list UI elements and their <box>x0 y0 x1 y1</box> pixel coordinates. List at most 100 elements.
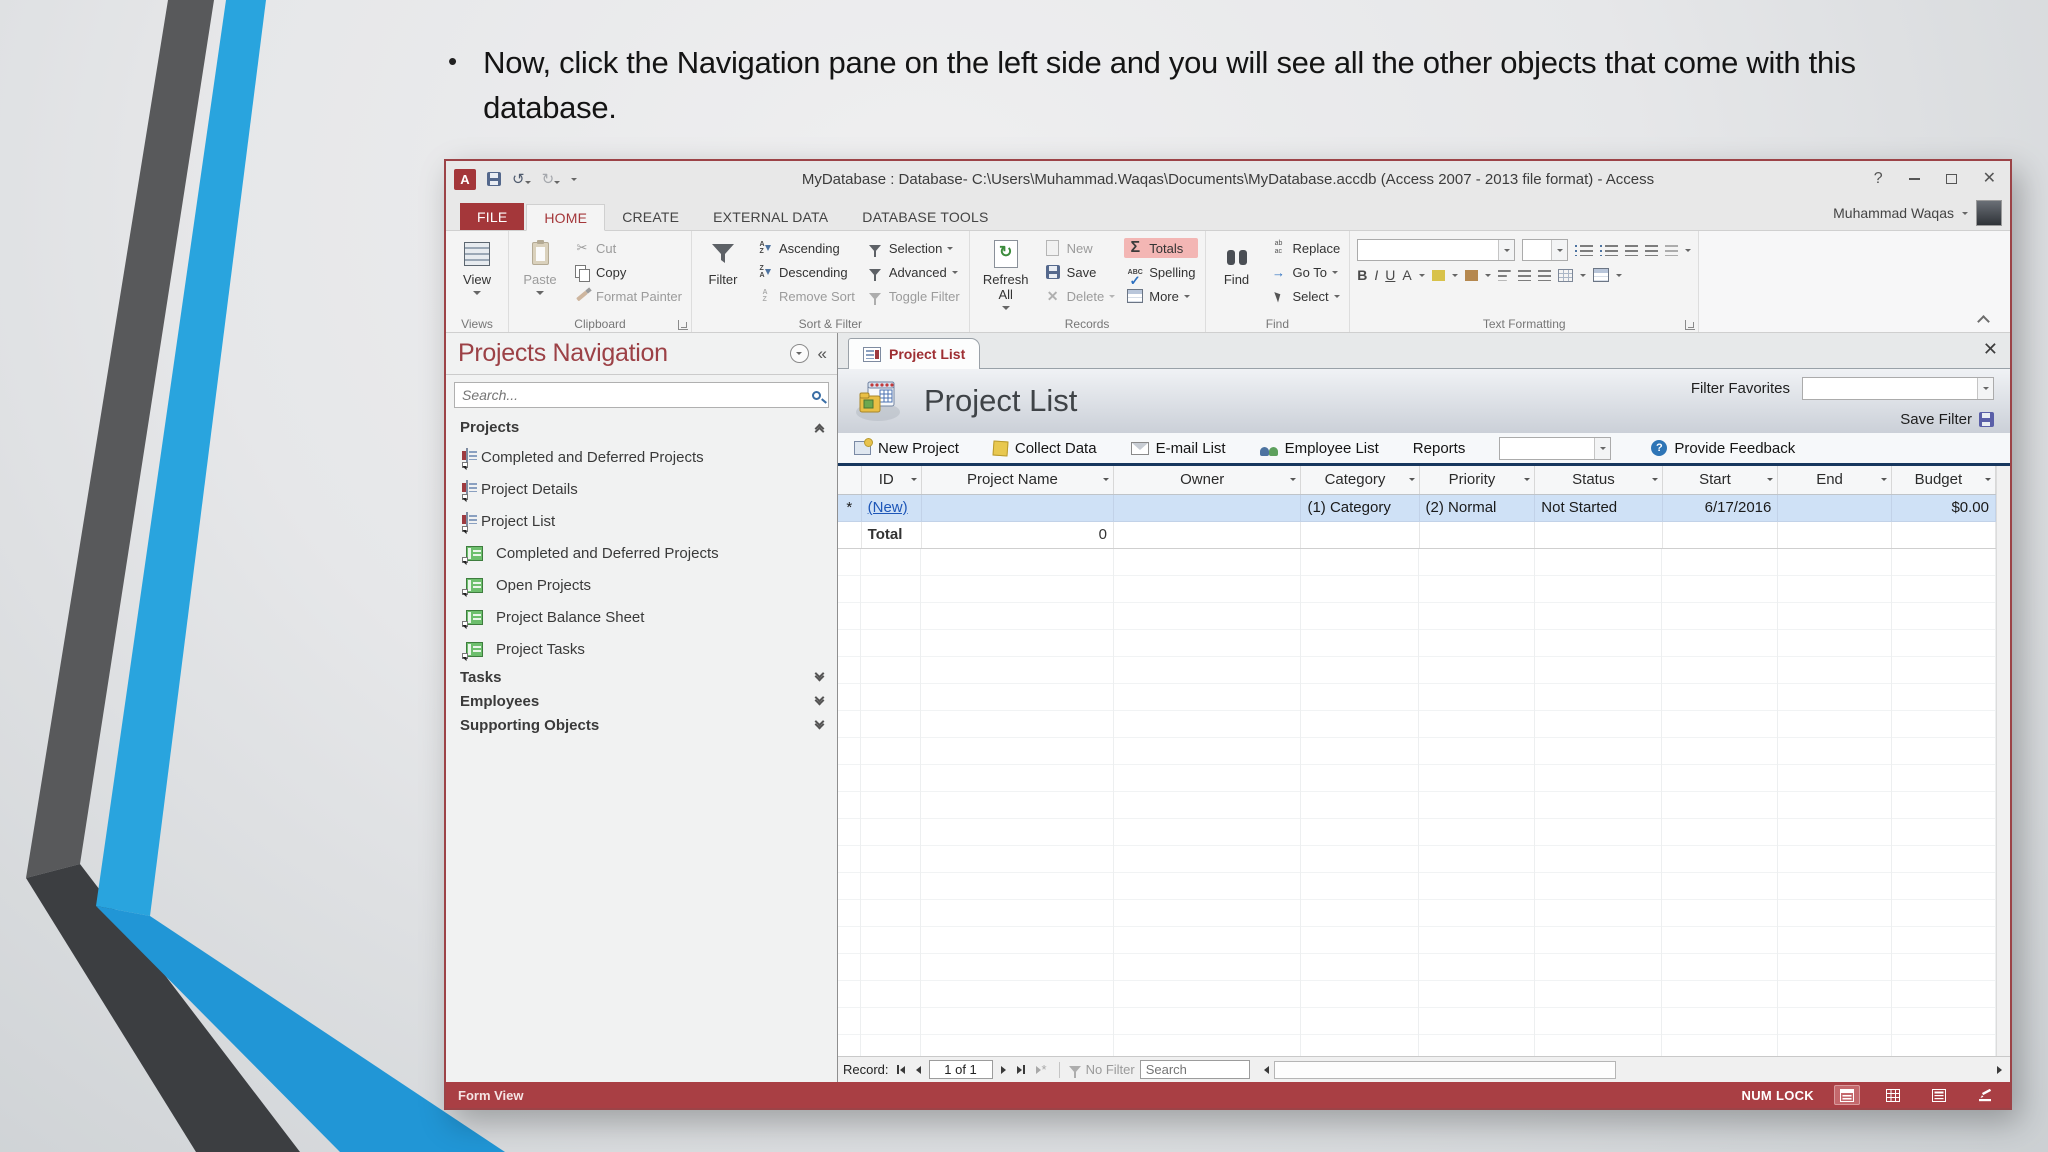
column-filter-arrow[interactable] <box>1290 478 1297 481</box>
cell-end[interactable] <box>1777 494 1892 522</box>
next-record-button[interactable] <box>998 1065 1009 1074</box>
font-color-dropdown-icon[interactable] <box>1418 273 1425 277</box>
cell-budget[interactable]: $0.00 <box>1891 494 1997 522</box>
toggle-filter-button[interactable]: Toggle Filter <box>864 286 962 306</box>
select-button[interactable]: Select <box>1268 286 1343 306</box>
ascending-button[interactable]: AZ Ascending <box>754 238 857 258</box>
form-view-button[interactable] <box>1834 1085 1860 1105</box>
nav-item-completed-deferred-form[interactable]: Completed and Deferred Projects <box>446 441 837 473</box>
customize-qat-icon[interactable] <box>571 177 578 181</box>
reports-combo[interactable] <box>1499 436 1612 460</box>
align-left-icon[interactable] <box>1497 269 1511 281</box>
previous-record-button[interactable] <box>913 1065 924 1074</box>
font-name-combo[interactable] <box>1357 239 1516 261</box>
cell-category[interactable]: (1) Category <box>1300 494 1420 522</box>
record-search-input[interactable] <box>1139 1060 1250 1079</box>
text-formatting-dialog-launcher-icon[interactable] <box>1685 320 1696 330</box>
advanced-button[interactable]: Advanced <box>864 262 962 282</box>
column-header-end[interactable]: End <box>1777 466 1892 495</box>
horizontal-scrollbar[interactable] <box>1255 1060 2005 1079</box>
scroll-right-icon[interactable] <box>1994 1065 2005 1074</box>
new-record-row[interactable]: * (New) (1) Category (2) Normal Not Star… <box>838 494 1997 522</box>
navigation-search-box[interactable] <box>454 382 829 408</box>
cell-project-name[interactable] <box>921 494 1114 522</box>
provide-feedback-button[interactable]: ? Provide Feedback <box>1651 440 1795 457</box>
column-header-start[interactable]: Start <box>1662 466 1779 495</box>
email-list-button[interactable]: E-mail List <box>1130 440 1226 457</box>
increase-indent-icon[interactable] <box>1645 244 1659 256</box>
numbering-icon[interactable] <box>1600 244 1619 256</box>
paragraph-dropdown-icon[interactable] <box>1685 248 1692 252</box>
search-input[interactable] <box>462 387 812 403</box>
clipboard-dialog-launcher-icon[interactable] <box>677 320 688 330</box>
design-view-button[interactable] <box>1972 1085 1998 1105</box>
background-color-icon[interactable] <box>1464 269 1478 281</box>
scrollbar-thumb[interactable] <box>1273 1060 1617 1079</box>
reports-button[interactable]: Reports <box>1413 440 1466 457</box>
datasheet-view-button[interactable] <box>1880 1085 1906 1105</box>
column-filter-arrow[interactable] <box>1880 478 1887 481</box>
cell-status[interactable]: Not Started <box>1534 494 1663 522</box>
minimize-button[interactable] <box>1908 178 1920 180</box>
column-filter-arrow[interactable] <box>1985 478 1991 481</box>
tab-database-tools[interactable]: DATABASE TOOLS <box>845 203 1005 230</box>
paste-button[interactable]: Paste <box>516 235 564 297</box>
new-blank-record-button[interactable]: * <box>1033 1062 1050 1077</box>
help-button[interactable]: ? <box>1874 171 1883 187</box>
column-header-priority[interactable]: Priority <box>1419 466 1536 495</box>
delete-record-button[interactable]: ✕ Delete <box>1042 286 1118 306</box>
nav-group-supporting-objects[interactable]: Supporting Objects <box>446 713 837 737</box>
paragraph-marks-icon[interactable] <box>1665 244 1679 256</box>
tab-create[interactable]: CREATE <box>605 203 696 230</box>
save-record-button[interactable]: Save <box>1042 262 1118 282</box>
cut-button[interactable]: ✂ Cut <box>571 238 684 258</box>
no-filter-button[interactable]: No Filter <box>1068 1062 1135 1078</box>
alternate-row-color-icon[interactable] <box>1592 268 1609 282</box>
record-position-box[interactable]: 1 of 1 <box>928 1060 993 1079</box>
alternate-row-dropdown-icon[interactable] <box>1615 273 1622 277</box>
descending-button[interactable]: ZA Descending <box>754 262 857 282</box>
underline-button[interactable]: U <box>1385 268 1395 282</box>
gridlines-icon[interactable] <box>1557 268 1573 282</box>
redo-button[interactable]: ↻ <box>542 171 561 187</box>
align-center-icon[interactable] <box>1517 269 1531 281</box>
font-color-button[interactable]: A <box>1402 268 1411 282</box>
save-icon[interactable] <box>487 172 501 186</box>
new-record-link[interactable]: (New) <box>868 499 908 516</box>
tab-external-data[interactable]: EXTERNAL DATA <box>696 203 845 230</box>
nav-item-project-list[interactable]: Project List <box>446 505 837 537</box>
font-size-combo[interactable] <box>1522 239 1569 261</box>
more-button[interactable]: More <box>1124 286 1197 306</box>
italic-button[interactable]: I <box>1374 268 1378 282</box>
column-filter-arrow[interactable] <box>1767 478 1774 481</box>
background-color-dropdown-icon[interactable] <box>1484 273 1491 277</box>
nav-item-open-projects[interactable]: Open Projects <box>446 569 837 601</box>
tab-home[interactable]: HOME <box>526 204 606 231</box>
new-record-button[interactable]: New <box>1042 238 1118 258</box>
nav-group-projects[interactable]: Projects <box>446 414 837 441</box>
totals-button[interactable]: Σ Totals <box>1124 238 1198 258</box>
column-header-project-name[interactable]: Project Name <box>921 466 1114 495</box>
collect-data-button[interactable]: Collect Data <box>992 440 1097 457</box>
scroll-left-icon[interactable] <box>1261 1065 1272 1074</box>
employee-list-button[interactable]: Employee List <box>1259 440 1379 457</box>
layout-view-button[interactable] <box>1926 1085 1952 1105</box>
undo-button[interactable]: ↺ <box>512 171 531 187</box>
vertical-scrollbar[interactable] <box>1996 466 2010 1056</box>
find-button[interactable]: Find <box>1213 235 1261 290</box>
column-header-budget[interactable]: Budget <box>1891 466 1997 495</box>
nav-item-project-balance-sheet[interactable]: Project Balance Sheet <box>446 601 837 633</box>
column-filter-arrow[interactable] <box>1651 478 1658 481</box>
last-record-button[interactable] <box>1014 1065 1028 1074</box>
nav-item-project-tasks[interactable]: Project Tasks <box>446 633 837 665</box>
selection-button[interactable]: Selection <box>864 238 962 258</box>
column-filter-arrow[interactable] <box>1102 478 1109 481</box>
save-filter-button[interactable]: Save Filter <box>1900 411 1994 428</box>
copy-button[interactable]: Copy <box>571 262 684 282</box>
column-filter-arrow[interactable] <box>1524 478 1531 481</box>
bold-button[interactable]: B <box>1357 268 1367 282</box>
maximize-button[interactable] <box>1945 174 1957 184</box>
filter-button[interactable]: Filter <box>699 235 747 290</box>
align-right-icon[interactable] <box>1537 269 1551 281</box>
nav-item-completed-deferred-report[interactable]: Completed and Deferred Projects <box>446 537 837 569</box>
